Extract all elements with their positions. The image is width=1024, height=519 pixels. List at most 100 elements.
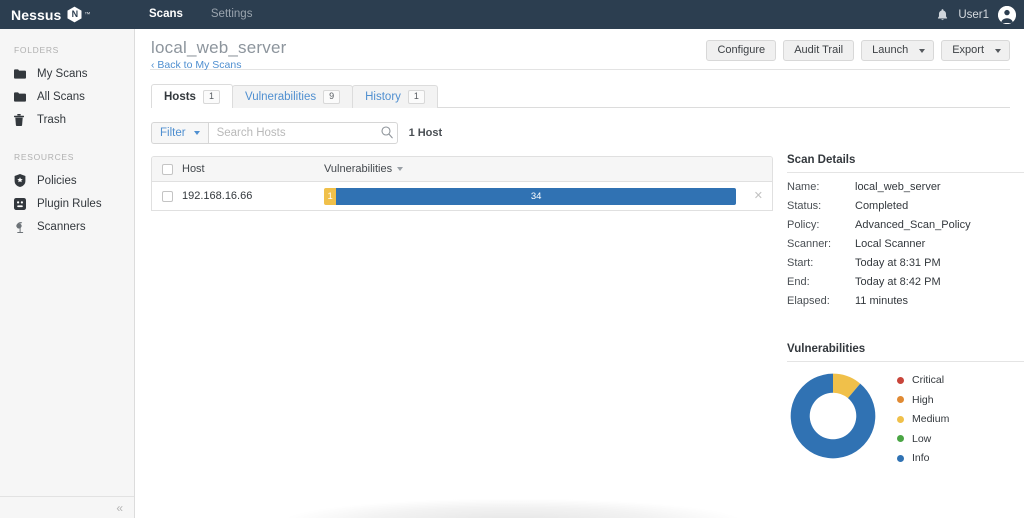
search-icon[interactable] <box>381 126 393 142</box>
detail-value-policy: Advanced_Scan_Policy <box>855 219 971 231</box>
legend-label: Critical <box>912 374 945 386</box>
legend-item-low: Low <box>897 433 949 445</box>
tab-label: History <box>365 91 401 103</box>
detail-value-status: Completed <box>855 200 909 212</box>
detail-value-end: Today at 8:42 PM <box>855 276 941 288</box>
hosts-table: Host Vulnerabilities 192.168.16.66 1 34 … <box>151 156 773 211</box>
select-all-checkbox[interactable] <box>161 163 173 175</box>
detail-value-name: local_web_server <box>855 181 941 193</box>
shield-badge-icon <box>14 174 29 187</box>
top-navbar: Nessus N ™ Scans Settings User1 <box>0 0 1024 29</box>
launch-button-label: Launch <box>872 44 909 56</box>
legend-label: High <box>912 393 934 406</box>
sidebar-item-label: Trash <box>37 113 66 126</box>
filter-toolbar: Filter 1 Host <box>151 122 1024 144</box>
tab-vulnerabilities[interactable]: Vulnerabilities 9 <box>231 85 354 108</box>
breadcrumb-chevron-icon: ‹ <box>151 59 155 71</box>
severity-bar-cell: 1 34 ✕ <box>324 187 772 205</box>
legend-color-swatch <box>897 454 904 462</box>
row-checkbox[interactable] <box>161 190 173 202</box>
scan-details-list: Name: local_web_server Status: Completed… <box>787 181 1024 307</box>
sidebar-heading-resources: RESOURCES <box>14 152 75 162</box>
tab-history[interactable]: History 1 <box>352 85 438 108</box>
tab-badge: 1 <box>202 89 220 104</box>
radar-icon <box>14 221 29 233</box>
export-button[interactable]: Export <box>941 40 1010 61</box>
sidebar-item-plugin-rules[interactable]: Plugin Rules <box>0 192 134 215</box>
chevron-down-icon <box>919 48 926 53</box>
sidebar-item-my-scans[interactable]: My Scans <box>0 62 134 85</box>
scan-details-panel: Scan Details Name: local_web_server Stat… <box>787 154 1024 464</box>
navbar-right-group: User1 <box>936 0 1016 29</box>
legend-item-critical: Critical <box>897 374 949 386</box>
search-field-wrapper <box>207 122 398 144</box>
sidebar-item-policies[interactable]: Policies <box>0 169 134 192</box>
row-checkbox-cell <box>152 190 182 202</box>
nessus-hex-icon: N <box>66 6 83 23</box>
host-address[interactable]: 192.168.16.66 <box>182 190 324 202</box>
audit-trail-button[interactable]: Audit Trail <box>783 40 855 61</box>
folder-icon <box>14 68 29 79</box>
detail-label-name: Name: <box>787 181 820 193</box>
host-count-label: 1 Host <box>408 127 443 139</box>
filter-dropdown-button[interactable]: Filter <box>151 122 208 144</box>
legend-item-high: High <box>897 394 949 406</box>
bell-icon[interactable] <box>936 8 949 22</box>
page-header: local_web_server ‹ Back to My Scans Conf… <box>136 29 1024 71</box>
legend-color-swatch <box>897 435 904 442</box>
legend-label: Low <box>912 432 932 445</box>
legend-label: Info <box>912 452 930 464</box>
vulnerabilities-title: Vulnerabilities <box>787 343 866 355</box>
scan-details-title: Scan Details <box>787 154 856 166</box>
legend-color-swatch <box>897 415 904 423</box>
sidebar-item-trash[interactable]: Trash <box>0 108 134 131</box>
detail-label-start: Start: <box>787 257 814 269</box>
configure-button[interactable]: Configure <box>706 40 777 61</box>
legend-item-medium: Medium <box>897 413 949 425</box>
table-header-row: Host Vulnerabilities <box>152 157 772 182</box>
page-action-buttons: Configure Audit Trail Launch Export <box>706 40 1010 61</box>
donut-slice-info[interactable] <box>790 373 876 459</box>
remove-host-icon[interactable]: ✕ <box>754 190 763 202</box>
severity-bar[interactable]: 1 34 <box>324 187 736 205</box>
detail-label-scanner: Scanner: <box>787 238 832 250</box>
legend-color-swatch <box>897 376 904 384</box>
user-name-label[interactable]: User1 <box>958 9 989 21</box>
user-avatar-icon[interactable] <box>998 5 1016 24</box>
sort-descending-icon <box>397 167 404 171</box>
sidebar-collapse-button[interactable]: « <box>0 496 134 518</box>
tab-hosts[interactable]: Hosts 1 <box>151 84 233 108</box>
tab-label: Hosts <box>164 90 196 103</box>
filter-label: Filter <box>160 127 186 139</box>
sidebar-item-label: My Scans <box>37 67 88 80</box>
sidebar-item-scanners[interactable]: Scanners <box>0 215 134 238</box>
detail-value-start: Today at 8:31 PM <box>855 257 941 269</box>
detail-label-end: End: <box>787 276 810 288</box>
vulnerability-donut-chart[interactable] <box>787 370 879 462</box>
legend-label: Medium <box>912 413 950 425</box>
sidebar-item-label: Plugin Rules <box>37 197 102 210</box>
breadcrumb-label: Back to My Scans <box>157 59 242 71</box>
vulnerabilities-divider <box>787 361 1024 362</box>
export-button-label: Export <box>952 44 984 56</box>
search-input[interactable] <box>207 122 398 144</box>
chevron-down-icon <box>995 48 1001 53</box>
table-row[interactable]: 192.168.16.66 1 34 ✕ <box>152 182 772 210</box>
column-header-host[interactable]: Host <box>182 163 324 175</box>
severity-segment-medium: 1 <box>324 187 337 205</box>
launch-button[interactable]: Launch <box>861 40 935 61</box>
nessus-logo[interactable]: Nessus N ™ <box>0 0 135 29</box>
nav-link-scans[interactable]: Scans <box>135 0 197 29</box>
main-content: local_web_server ‹ Back to My Scans Conf… <box>136 29 1024 518</box>
severity-segment-info: 34 <box>336 187 736 205</box>
column-header-vulnerabilities[interactable]: Vulnerabilities <box>324 163 772 175</box>
plugin-square-icon <box>14 197 29 210</box>
trademark-symbol: ™ <box>84 11 91 18</box>
legend-color-swatch <box>897 396 904 403</box>
nessus-hex-letter: N <box>71 9 79 19</box>
sidebar-item-all-scans[interactable]: All Scans <box>0 85 134 108</box>
sidebar-item-label: All Scans <box>37 90 85 103</box>
nav-link-settings[interactable]: Settings <box>197 0 267 29</box>
left-sidebar: FOLDERS My Scans All Scans Trash RESOURC… <box>0 29 135 518</box>
legend-item-info: Info <box>897 452 949 464</box>
